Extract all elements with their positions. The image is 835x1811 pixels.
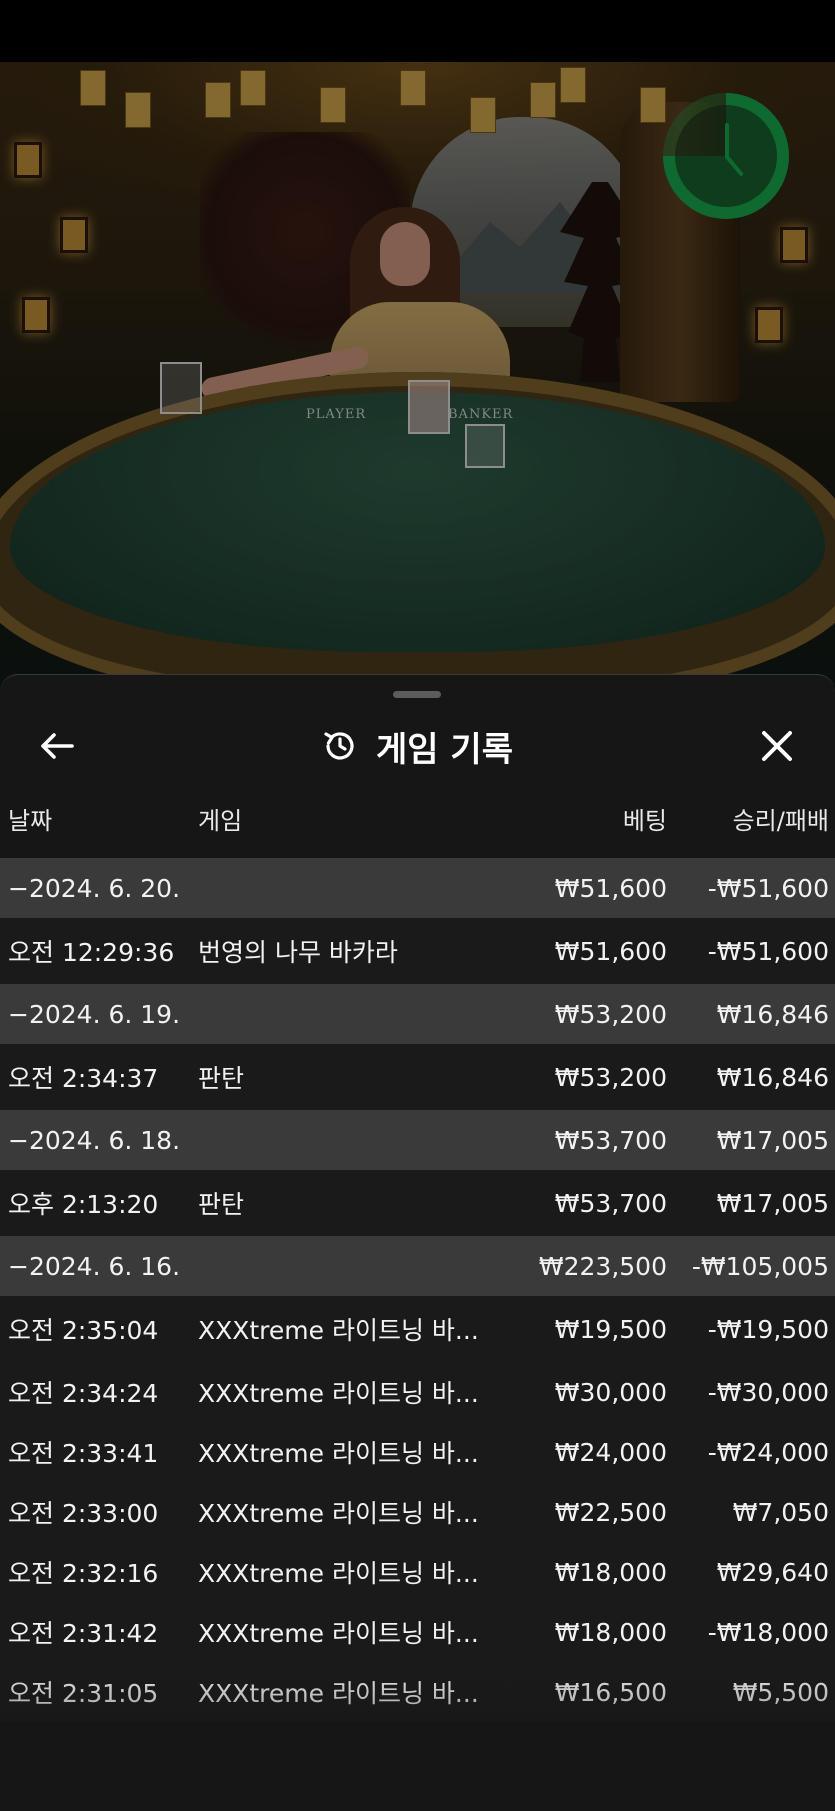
history-entry-row[interactable]: 오후 2:13:20 판탄 ₩53,700 ₩17,005 xyxy=(0,1170,835,1236)
entry-bet: ₩53,200 xyxy=(554,1062,667,1092)
win-loss-total: ₩16,846 xyxy=(716,999,829,1029)
history-entry-row[interactable]: 오전 2:35:04 XXXtreme 라이트닝 바... ₩19,500 -₩19,… xyxy=(0,1296,835,1362)
entry-win-loss: -₩24,000 xyxy=(707,1437,829,1467)
date-label: −2024. 6. 20. xyxy=(8,873,181,903)
history-entry-row[interactable]: 오전 2:31:05 XXXtreme 라이트닝 바... ₩16,500 ₩5,50… xyxy=(0,1662,835,1722)
win-loss-total: ₩17,005 xyxy=(716,1125,829,1155)
entry-bet: ₩24,000 xyxy=(554,1437,667,1467)
close-button[interactable] xyxy=(752,723,802,769)
entry-game: XXXtreme 라이트닝 바... xyxy=(198,1499,479,1528)
entry-game: 판탄 xyxy=(198,1190,245,1219)
page-title: 게임 기록 xyxy=(376,729,513,770)
date-group-row: −2024. 6. 20. ₩51,600 -₩51,600 xyxy=(0,858,835,918)
entry-time: 오전 2:33:41 xyxy=(8,1439,159,1468)
entry-win-loss: ₩7,050 xyxy=(732,1497,829,1527)
close-icon xyxy=(762,731,792,761)
bet-total: ₩53,700 xyxy=(554,1125,667,1155)
history-list[interactable]: −2024. 6. 20. ₩51,600 -₩51,600 오전 12:29:36 번… xyxy=(0,858,835,1722)
entry-time: 오후 2:13:20 xyxy=(8,1190,159,1219)
entry-win-loss: -₩30,000 xyxy=(707,1377,829,1407)
entry-bet: ₩53,700 xyxy=(554,1188,667,1218)
entry-win-loss: -₩18,000 xyxy=(707,1617,829,1647)
entry-bet: ₩18,000 xyxy=(554,1557,667,1587)
history-entry-row[interactable]: 오전 2:34:24 XXXtreme 라이트닝 바... ₩30,000 -₩30,… xyxy=(0,1362,835,1422)
status-bar xyxy=(0,0,835,62)
entry-time: 오전 2:31:05 xyxy=(8,1679,159,1708)
entry-win-loss: -₩19,500 xyxy=(707,1314,829,1344)
date-group-row: −2024. 6. 16. ₩223,500 -₩105,005 xyxy=(0,1236,835,1296)
entry-bet: ₩19,500 xyxy=(554,1314,667,1344)
entry-win-loss: -₩51,600 xyxy=(707,936,829,966)
history-entry-row[interactable]: 오전 2:34:37 판탄 ₩53,200 ₩16,846 xyxy=(0,1044,835,1110)
arrow-left-icon xyxy=(41,733,74,759)
entry-game: XXXtreme 라이트닝 바... xyxy=(198,1679,479,1708)
entry-win-loss: ₩5,500 xyxy=(732,1677,829,1707)
bet-total: ₩53,200 xyxy=(554,999,667,1029)
entry-bet: ₩30,000 xyxy=(554,1377,667,1407)
entry-game: XXXtreme 라이트닝 바... xyxy=(198,1559,479,1588)
video-dim-overlay xyxy=(0,62,835,702)
entry-time: 오전 2:33:00 xyxy=(8,1499,159,1528)
entry-game: XXXtreme 라이트닝 바... xyxy=(198,1439,479,1468)
entry-time: 오전 12:29:36 xyxy=(8,938,175,967)
game-history-panel: 게임 기록 날짜 게임 베팅 승리/패배 −2024. 6. 20. ₩51,60… xyxy=(0,674,835,1811)
entry-game: XXXtreme 라이트닝 바... xyxy=(198,1619,479,1648)
date-label: −2024. 6. 19. xyxy=(8,999,181,1029)
history-entry-row[interactable]: 오전 2:33:41 XXXtreme 라이트닝 바... ₩24,000 -₩24,… xyxy=(0,1422,835,1482)
entry-win-loss: ₩29,640 xyxy=(716,1557,829,1587)
entry-bet: ₩51,600 xyxy=(554,936,667,966)
win-loss-total: -₩105,005 xyxy=(691,1251,829,1281)
entry-time: 오전 2:31:42 xyxy=(8,1619,159,1648)
entry-game: XXXtreme 라이트닝 바... xyxy=(198,1379,479,1408)
date-group-row: −2024. 6. 18. ₩53,700 ₩17,005 xyxy=(0,1110,835,1170)
date-label: −2024. 6. 18. xyxy=(8,1125,181,1155)
bet-total: ₩51,600 xyxy=(554,873,667,903)
drag-handle[interactable] xyxy=(393,691,441,698)
entry-time: 오전 2:34:37 xyxy=(8,1064,159,1093)
win-loss-total: -₩51,600 xyxy=(707,873,829,903)
entry-time: 오전 2:35:04 xyxy=(8,1316,159,1345)
date-group-row: −2024. 6. 19. ₩53,200 ₩16,846 xyxy=(0,984,835,1044)
entry-game: XXXtreme 라이트닝 바... xyxy=(198,1316,479,1345)
entry-game: 판탄 xyxy=(198,1064,245,1093)
history-entry-row[interactable]: 오전 2:31:42 XXXtreme 라이트닝 바... ₩18,000 -₩18,… xyxy=(0,1602,835,1662)
entry-time: 오전 2:32:16 xyxy=(8,1559,159,1588)
column-header-win-loss: 승리/패배 xyxy=(732,807,829,835)
entry-bet: ₩22,500 xyxy=(554,1497,667,1527)
history-icon xyxy=(324,732,354,760)
back-button[interactable] xyxy=(32,723,82,769)
bet-total: ₩223,500 xyxy=(538,1251,667,1281)
history-entry-row[interactable]: 오전 2:33:00 XXXtreme 라이트닝 바... ₩22,500 ₩7,05… xyxy=(0,1482,835,1542)
panel-header: 게임 기록 xyxy=(0,711,835,781)
entry-win-loss: ₩17,005 xyxy=(716,1188,829,1218)
history-entry-row[interactable]: 오전 12:29:36 번영의 나무 바카라 ₩51,600 -₩51,600 xyxy=(0,918,835,984)
entry-bet: ₩16,500 xyxy=(554,1677,667,1707)
date-label: −2024. 6. 16. xyxy=(8,1251,181,1281)
entry-time: 오전 2:34:24 xyxy=(8,1379,159,1408)
history-entry-row[interactable]: 오전 2:32:16 XXXtreme 라이트닝 바... ₩18,000 ₩29,6… xyxy=(0,1542,835,1602)
entry-win-loss: ₩16,846 xyxy=(716,1062,829,1092)
column-header-date: 날짜 xyxy=(8,807,53,835)
column-header-game: 게임 xyxy=(198,807,243,835)
title-group: 게임 기록 xyxy=(0,711,835,781)
entry-bet: ₩18,000 xyxy=(554,1617,667,1647)
column-header-bet: 베팅 xyxy=(622,807,667,835)
entry-game: 번영의 나무 바카라 xyxy=(198,938,398,967)
